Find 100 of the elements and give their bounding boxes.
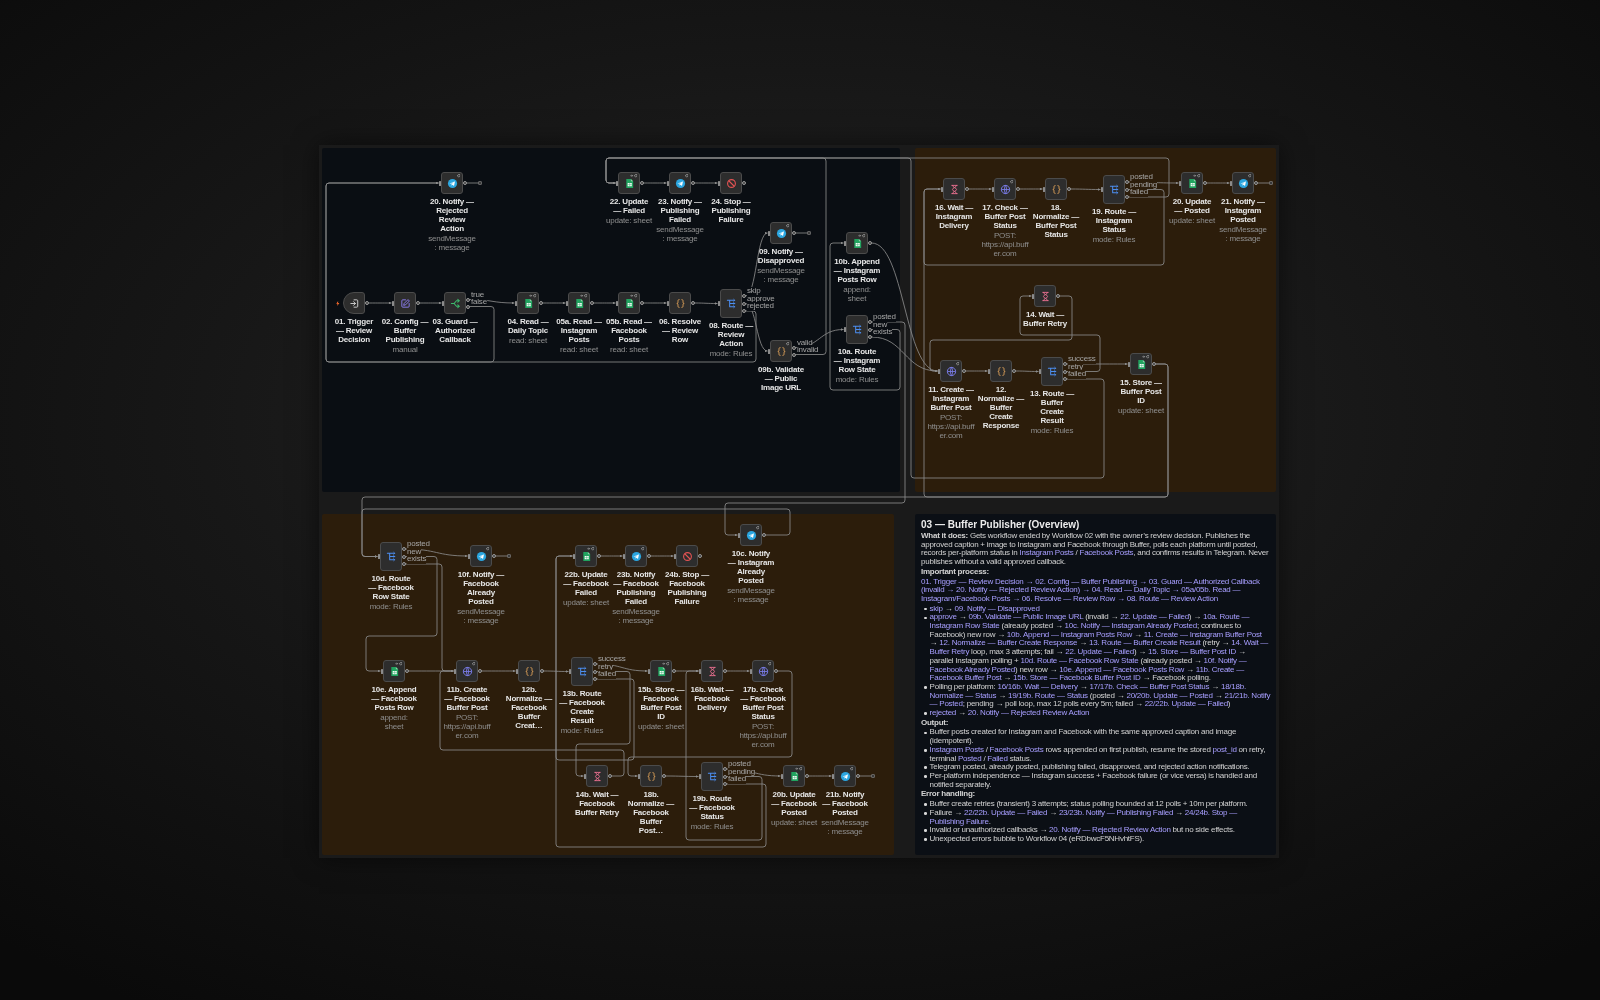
output-port[interactable] xyxy=(462,181,467,185)
output-stub[interactable] xyxy=(495,554,511,558)
input-port[interactable] xyxy=(1229,180,1232,186)
workflow-node[interactable] xyxy=(618,172,640,194)
input-port[interactable] xyxy=(615,180,618,186)
workflow-node[interactable] xyxy=(380,542,402,571)
input-port[interactable] xyxy=(572,553,575,559)
output-stub[interactable] xyxy=(795,231,811,235)
workflow-node[interactable] xyxy=(518,660,540,682)
workflow-node[interactable] xyxy=(990,360,1012,382)
input-port[interactable] xyxy=(717,180,720,186)
output-port[interactable] xyxy=(671,669,676,673)
output-port[interactable] xyxy=(867,241,872,245)
workflow-node[interactable] xyxy=(701,660,723,682)
output-port[interactable] xyxy=(855,774,860,778)
output-port[interactable] xyxy=(964,187,969,191)
workflow-node[interactable] xyxy=(994,178,1016,200)
workflow-node[interactable] xyxy=(846,232,868,254)
output-port[interactable] xyxy=(661,774,666,778)
workflow-node[interactable] xyxy=(586,765,608,787)
workflow-node[interactable] xyxy=(1103,175,1125,204)
output-port[interactable] xyxy=(538,301,543,305)
workflow-node[interactable] xyxy=(669,172,691,194)
input-port[interactable] xyxy=(1178,180,1181,186)
workflow-node[interactable] xyxy=(834,765,856,787)
input-port[interactable] xyxy=(1100,187,1103,192)
workflow-node[interactable] xyxy=(470,545,492,567)
input-port[interactable] xyxy=(717,301,720,306)
workflow-node[interactable] xyxy=(1045,178,1067,200)
workflow-node[interactable] xyxy=(517,292,539,314)
workflow-node[interactable] xyxy=(625,545,647,567)
output-port[interactable] xyxy=(639,301,644,305)
workflow-node[interactable] xyxy=(720,172,742,194)
input-port[interactable] xyxy=(666,300,669,306)
output-port[interactable] xyxy=(791,231,796,235)
output-port[interactable] xyxy=(804,774,809,778)
input-port[interactable] xyxy=(937,368,940,374)
output-port[interactable] xyxy=(364,301,369,305)
input-port[interactable] xyxy=(749,668,752,674)
input-port[interactable] xyxy=(637,773,640,779)
input-port[interactable] xyxy=(622,553,625,559)
workflow-node[interactable] xyxy=(846,315,868,344)
workflow-node[interactable] xyxy=(394,292,416,314)
workflow-node[interactable] xyxy=(943,178,965,200)
input-port[interactable] xyxy=(391,300,394,306)
output-port[interactable] xyxy=(539,669,544,673)
output-stub[interactable] xyxy=(466,181,482,185)
workflow-node[interactable] xyxy=(770,340,792,362)
input-port[interactable] xyxy=(514,300,517,306)
input-port[interactable] xyxy=(831,773,834,779)
input-port[interactable] xyxy=(987,368,990,374)
output-port[interactable] xyxy=(404,669,409,673)
workflow-node[interactable] xyxy=(1181,172,1203,194)
input-port[interactable] xyxy=(377,554,380,559)
output-stub[interactable] xyxy=(1257,181,1273,185)
input-port[interactable] xyxy=(698,668,701,674)
workflow-node[interactable] xyxy=(575,545,597,567)
input-port[interactable] xyxy=(565,300,568,306)
output-port[interactable] xyxy=(690,301,695,305)
workflow-node[interactable] xyxy=(770,222,792,244)
input-port[interactable] xyxy=(673,553,676,559)
workflow-node[interactable] xyxy=(618,292,640,314)
input-port[interactable] xyxy=(780,773,783,779)
output-port[interactable] xyxy=(1151,362,1156,366)
output-port[interactable] xyxy=(1015,187,1020,191)
workflow-node[interactable] xyxy=(383,660,405,682)
workflow-node[interactable] xyxy=(752,660,774,682)
output-port[interactable] xyxy=(477,669,482,673)
output-port[interactable] xyxy=(690,181,695,185)
workflow-node[interactable] xyxy=(720,289,742,318)
workflow-node[interactable] xyxy=(676,545,698,567)
input-port[interactable] xyxy=(940,186,943,192)
input-port[interactable] xyxy=(1031,293,1034,299)
output-port[interactable] xyxy=(761,533,766,537)
output-port[interactable] xyxy=(1066,187,1071,191)
input-port[interactable] xyxy=(698,774,701,779)
input-port[interactable] xyxy=(843,327,846,332)
workflow-node[interactable] xyxy=(701,762,723,791)
workflow-node[interactable] xyxy=(1034,285,1056,307)
output-port[interactable] xyxy=(589,301,594,305)
input-port[interactable] xyxy=(1127,361,1130,367)
output-stub[interactable] xyxy=(859,774,875,778)
output-port[interactable] xyxy=(415,301,420,305)
output-port[interactable] xyxy=(1011,369,1016,373)
input-port[interactable] xyxy=(1038,369,1041,374)
input-port[interactable] xyxy=(991,186,994,192)
workflow-node[interactable] xyxy=(441,172,463,194)
output-port[interactable] xyxy=(961,369,966,373)
workflow-node[interactable] xyxy=(640,765,662,787)
workflow-node[interactable] xyxy=(740,524,762,546)
output-port[interactable] xyxy=(722,669,727,673)
output-port[interactable] xyxy=(741,181,746,185)
output-port[interactable] xyxy=(596,554,601,558)
input-port[interactable] xyxy=(467,553,470,559)
workflow-node[interactable] xyxy=(456,660,478,682)
workflow-node[interactable] xyxy=(940,360,962,382)
input-port[interactable] xyxy=(441,300,444,306)
workflow-node[interactable] xyxy=(571,657,593,686)
input-port[interactable] xyxy=(647,668,650,674)
output-port[interactable] xyxy=(639,181,644,185)
